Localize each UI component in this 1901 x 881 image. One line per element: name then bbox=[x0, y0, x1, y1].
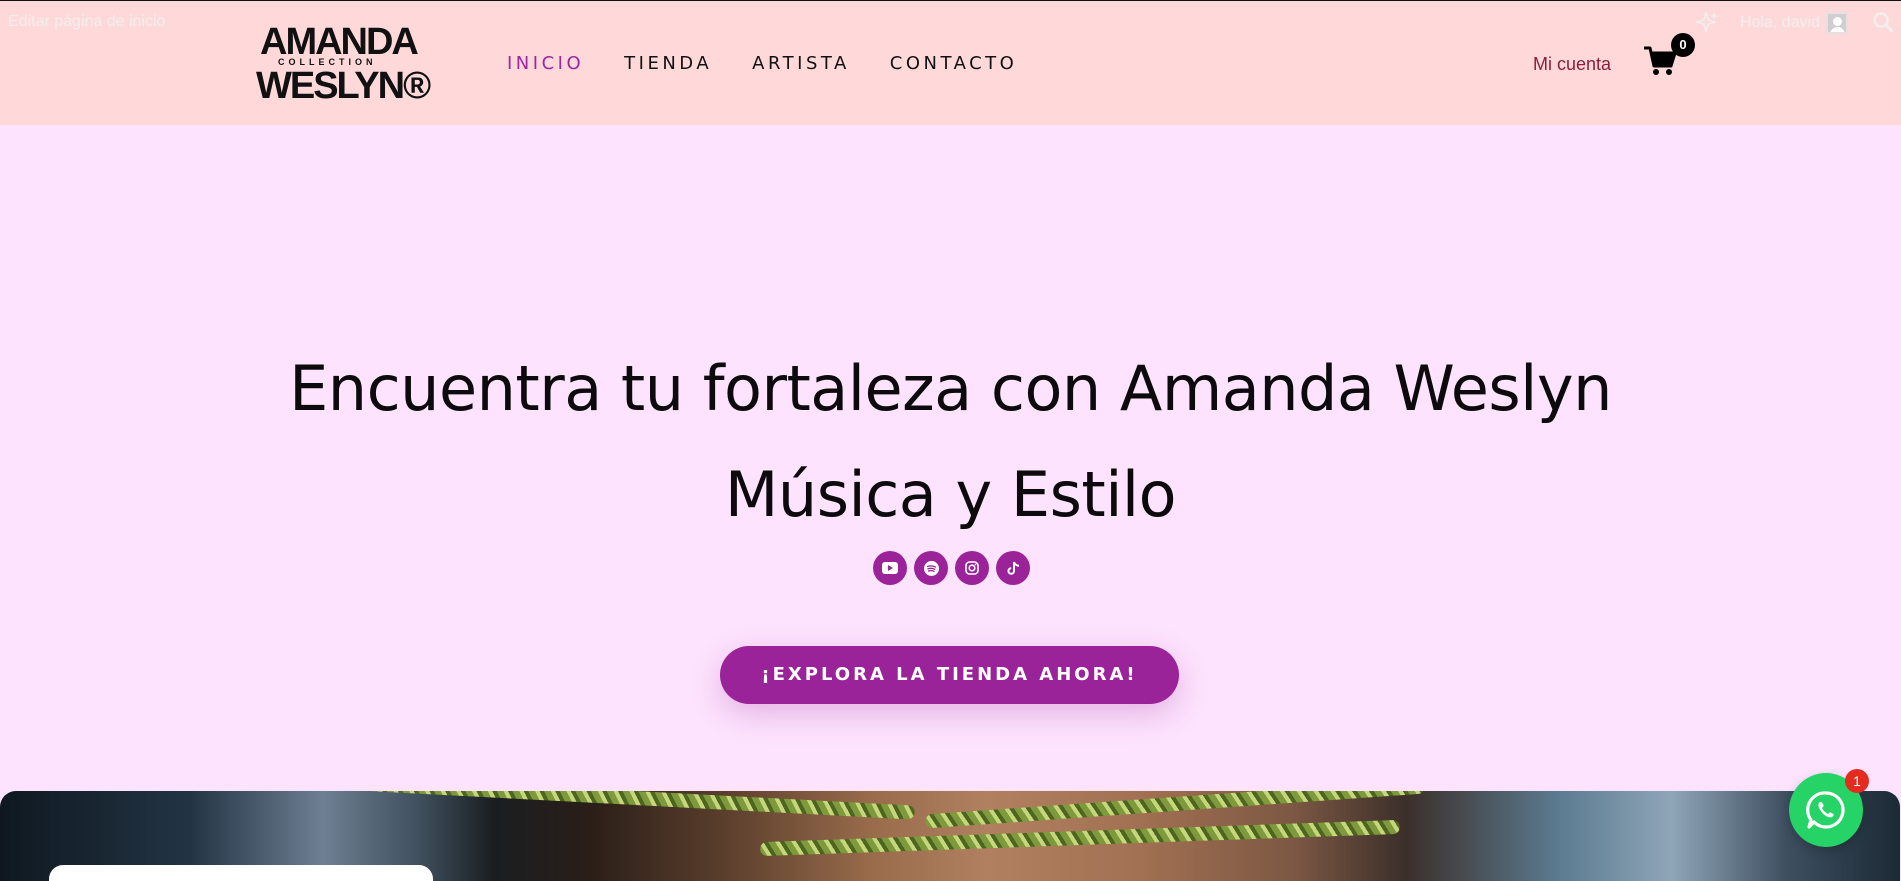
sparkle-icon[interactable] bbox=[1693, 9, 1719, 35]
content-card bbox=[49, 865, 433, 881]
necklace-decoration bbox=[355, 791, 915, 820]
spotify-icon[interactable] bbox=[914, 551, 948, 585]
instagram-icon[interactable] bbox=[955, 551, 989, 585]
search-icon[interactable] bbox=[1872, 11, 1894, 33]
my-account-link[interactable]: Mi cuenta bbox=[1533, 54, 1611, 75]
avatar bbox=[1826, 12, 1849, 34]
tiktok-icon[interactable] bbox=[996, 551, 1030, 585]
nav-item-tienda[interactable]: TIENDA bbox=[624, 53, 712, 74]
necklace-decoration bbox=[759, 819, 1401, 857]
nav-item-artista[interactable]: ARTISTA bbox=[752, 53, 850, 74]
social-links bbox=[873, 551, 1030, 585]
user-greeting[interactable]: Hola, david bbox=[1740, 12, 1849, 34]
whatsapp-notification-badge: 1 bbox=[1845, 769, 1869, 793]
brand-logo[interactable]: AMANDA COLLECTION WESLYN® bbox=[256, 21, 431, 105]
hero-subtitle: Música y Estilo bbox=[724, 458, 1177, 531]
nav-item-inicio[interactable]: INICIO bbox=[507, 53, 584, 74]
explore-store-button[interactable]: ¡EXPLORA LA TIENDA AHORA! bbox=[720, 646, 1179, 704]
main-nav: INICIO TIENDA ARTISTA CONTACTO bbox=[507, 53, 1017, 74]
edit-page-link[interactable]: Editar página de inicio bbox=[8, 13, 165, 31]
logo-line-1: AMANDA bbox=[260, 21, 419, 63]
cart-count-badge: 0 bbox=[1671, 33, 1695, 57]
youtube-icon[interactable] bbox=[873, 551, 907, 585]
site-header: Editar página de inicio Hola, david AMAN… bbox=[0, 0, 1901, 125]
logo-line-3: WESLYN® bbox=[256, 65, 431, 107]
hero-title: Encuentra tu fortaleza con Amanda Weslyn bbox=[289, 352, 1612, 425]
greeting-text: Hola, david bbox=[1740, 14, 1821, 31]
nav-item-contacto[interactable]: CONTACTO bbox=[890, 53, 1018, 74]
whatsapp-icon bbox=[1806, 791, 1845, 829]
